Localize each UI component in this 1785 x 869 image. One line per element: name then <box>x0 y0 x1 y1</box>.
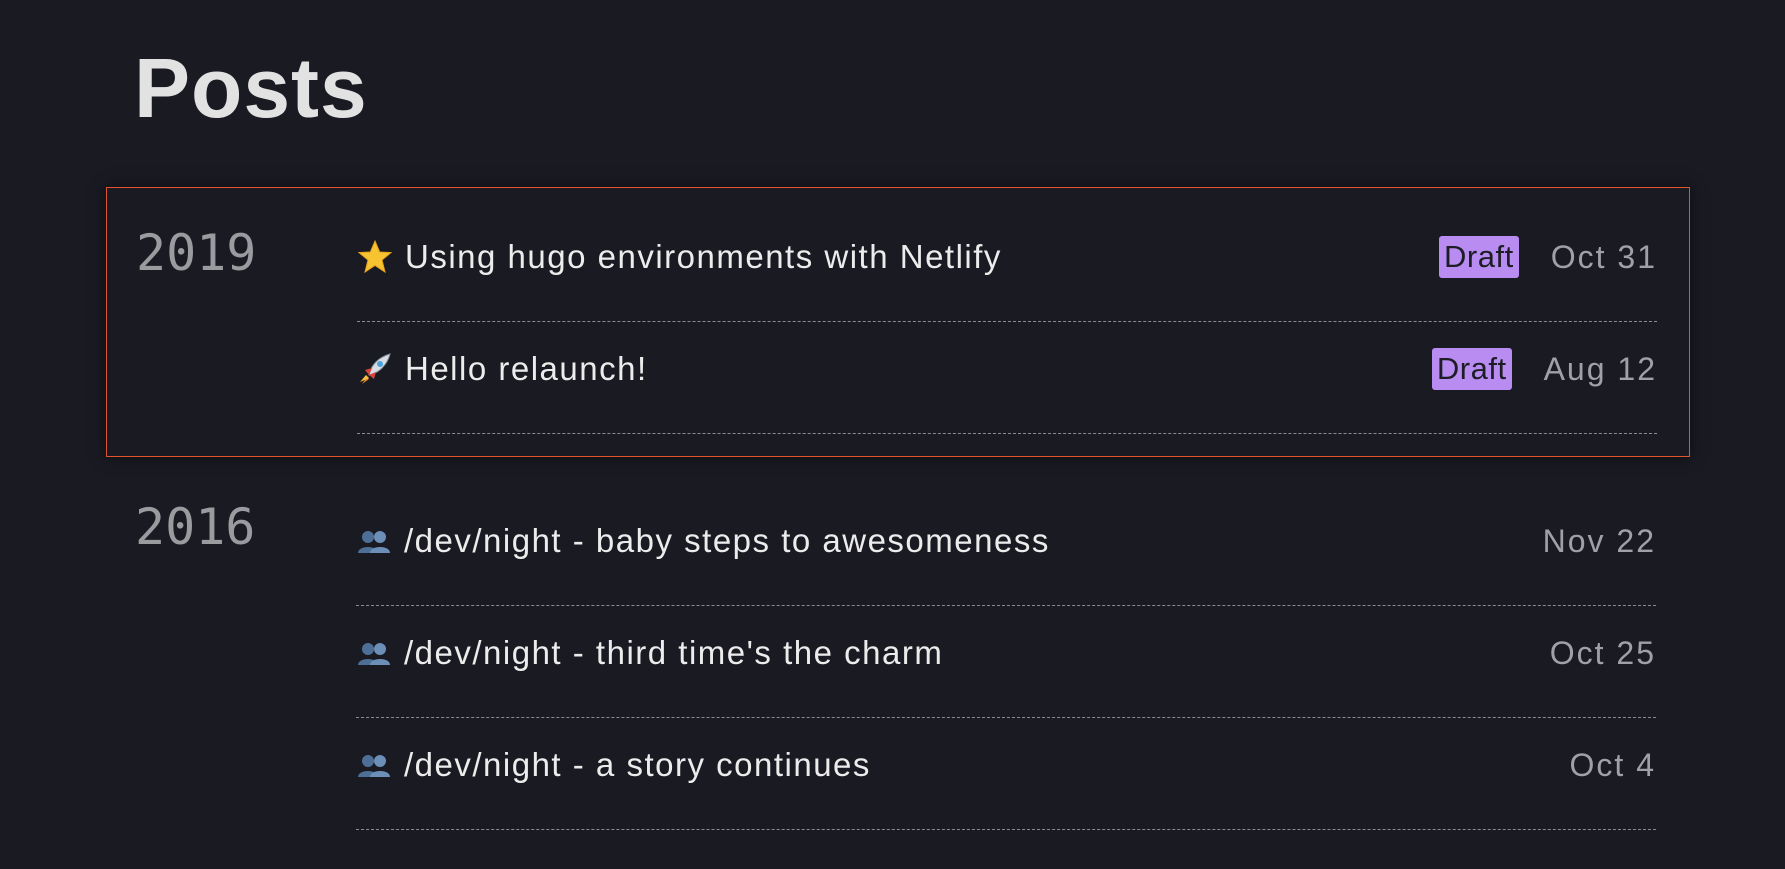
post-date: Nov 22 <box>1542 522 1656 559</box>
year-group-2019: 2019 Using hugo environments with Netlif… <box>106 187 1690 457</box>
draft-badge: Draft <box>1439 236 1519 278</box>
post-item: /dev/night - baby steps to awesomeness N… <box>356 494 1656 606</box>
post-link[interactable]: /dev/night - baby steps to awesomeness <box>356 519 1050 563</box>
post-item: Hello relaunch! Draft Aug 12 <box>357 322 1657 434</box>
post-meta: Draft Oct 31 <box>1439 235 1657 279</box>
post-list: Using hugo environments with Netlify Dra… <box>357 210 1657 434</box>
post-link[interactable]: Hello relaunch! <box>357 347 648 391</box>
people-icon <box>356 635 392 671</box>
post-item: Using hugo environments with Netlify Dra… <box>357 210 1657 322</box>
post-date: Aug 12 <box>1543 350 1657 387</box>
post-link[interactable]: /dev/night - a story continues <box>356 743 871 787</box>
star-icon <box>357 239 393 275</box>
post-title: /dev/night - baby steps to awesomeness <box>404 522 1050 559</box>
year-group-2016: 2016 /dev/night - baby steps to awesomen… <box>106 457 1690 869</box>
people-icon <box>356 523 392 559</box>
post-meta: Draft Aug 12 <box>1431 347 1657 391</box>
year-label: 2016 <box>135 498 256 556</box>
post-title: /dev/night - third time's the charm <box>404 634 944 671</box>
post-date: Oct 4 <box>1569 746 1656 783</box>
draft-badge: Draft <box>1431 348 1512 390</box>
year-label: 2019 <box>136 224 257 282</box>
post-title: /dev/night - a story continues <box>404 746 871 783</box>
post-title: Hello relaunch! <box>405 350 648 387</box>
post-link[interactable]: /dev/night - third time's the charm <box>356 631 943 675</box>
people-icon <box>356 747 392 783</box>
post-meta: Oct 25 <box>1550 631 1656 675</box>
post-meta: Oct 4 <box>1570 743 1656 787</box>
page-title: Posts <box>134 41 368 135</box>
post-item: /dev/night - a story continues Oct 4 <box>356 718 1656 830</box>
post-item: /dev/night - third time's the charm Oct … <box>356 606 1656 718</box>
post-list: /dev/night - baby steps to awesomeness N… <box>356 494 1656 830</box>
rocket-icon <box>357 351 393 387</box>
post-meta: Nov 22 <box>1543 519 1656 563</box>
post-date: Oct 31 <box>1550 238 1657 275</box>
post-title: Using hugo environments with Netlify <box>405 238 1002 275</box>
post-link[interactable]: Using hugo environments with Netlify <box>357 235 1002 279</box>
post-date: Oct 25 <box>1549 634 1656 671</box>
